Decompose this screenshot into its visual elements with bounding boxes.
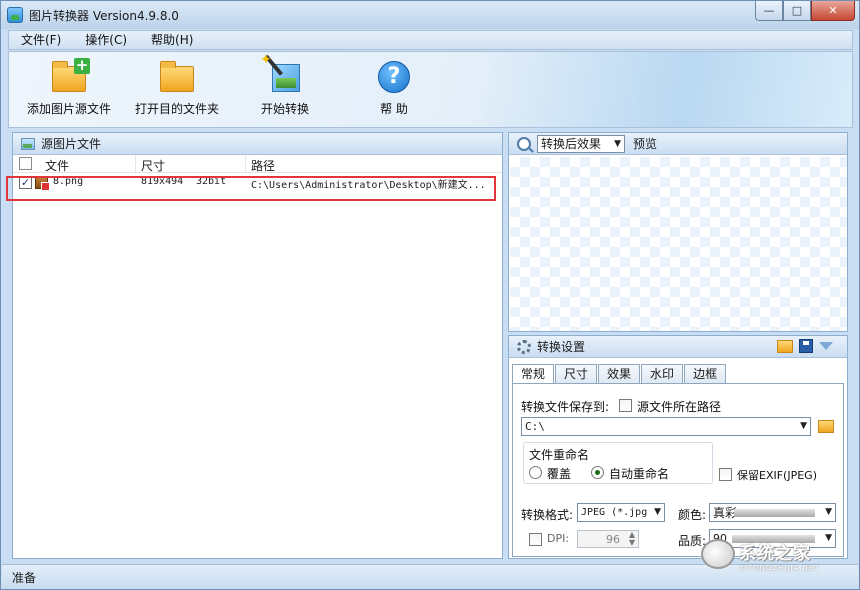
color-label: 颜色: [678, 508, 707, 522]
toolbar: + 添加图片源文件 打开目的文件夹 ✦ 开始转换 ? 帮 助 [8, 51, 853, 128]
source-panel-header: 源图片文件 [13, 133, 502, 155]
tab-watermark[interactable]: 水印 [641, 364, 684, 383]
zoom-icon[interactable] [517, 136, 531, 151]
source-panel-title: 源图片文件 [41, 137, 102, 151]
chevron-down-icon: ▼ [614, 138, 621, 149]
gear-icon [517, 339, 531, 354]
browse-folder-icon[interactable] [818, 420, 834, 433]
format-select[interactable]: JPEG (*.jpg ▼ [577, 503, 665, 522]
watermark-subtext: XITONGZHIJIA.NET [739, 564, 820, 572]
settings-actions [777, 339, 833, 353]
window-controls: — □ ✕ [755, 1, 855, 21]
start-convert-button[interactable]: ✦ 开始转换 [260, 52, 310, 117]
magic-wand-icon: ✦ [260, 52, 304, 94]
rename-group-label: 文件重命名 [529, 448, 590, 462]
tab-effect[interactable]: 效果 [598, 364, 641, 383]
add-source-button[interactable]: + 添加图片源文件 [27, 58, 112, 117]
chevron-down-icon: ▼ [800, 421, 807, 431]
folder-icon[interactable] [777, 339, 793, 353]
format-value: JPEG (*.jpg [581, 507, 648, 518]
dpi-checkbox[interactable] [529, 533, 542, 546]
chevron-down-icon: ▼ [654, 507, 661, 517]
column-size[interactable]: 尺寸 [141, 157, 165, 174]
add-source-label: 添加图片源文件 [27, 102, 112, 116]
column-file[interactable]: 文件 [45, 157, 69, 174]
menu-bar: 文件(F) 操作(C) 帮助(H) [8, 30, 853, 50]
title-bar[interactable]: 图片转换器 Version4.9.8.0 — □ ✕ [1, 1, 859, 29]
close-button[interactable]: ✕ [811, 1, 855, 21]
minimize-button[interactable]: — [755, 1, 783, 21]
status-text: 准备 [12, 571, 37, 585]
tab-size[interactable]: 尺寸 [555, 364, 598, 383]
watermark-text: 系统之家 [739, 544, 811, 564]
color-select[interactable]: 真彩 ▼ [709, 503, 836, 522]
preview-panel: 转换后效果 ▼ 预览 [508, 132, 848, 332]
open-dest-button[interactable]: 打开目的文件夹 [135, 60, 219, 117]
select-all-checkbox[interactable] [19, 157, 32, 170]
help-button[interactable]: ? 帮 助 [375, 60, 413, 117]
spinner-arrows-icon: ▲ ▼ [628, 530, 635, 547]
save-path-value: C:\ [525, 420, 545, 433]
image-icon [21, 137, 35, 150]
watermark-logo-icon [701, 539, 735, 569]
auto-rename-label: 自动重命名 [609, 467, 670, 481]
overwrite-label: 覆盖 [547, 467, 572, 481]
column-path[interactable]: 路径 [251, 157, 275, 174]
format-label: 转换格式: [521, 508, 574, 522]
help-label: 帮 助 [380, 102, 408, 116]
preview-canvas[interactable] [510, 157, 847, 331]
app-icon [7, 7, 23, 23]
source-path-label: 源文件所在路径 [637, 400, 722, 414]
dpi-spinner[interactable]: 96 ▲ ▼ [577, 530, 639, 548]
settings-tabs: 常规 尺寸 效果 水印 边框 [512, 364, 727, 384]
tab-border[interactable]: 边框 [684, 364, 727, 383]
open-folder-icon [158, 60, 196, 94]
preview-label: 预览 [633, 137, 658, 151]
chevron-down-icon: ▼ [825, 507, 832, 517]
save-icon[interactable] [799, 339, 813, 353]
preview-mode-value: 转换后效果 [541, 137, 602, 151]
save-to-label: 转换文件保存到: [521, 400, 610, 414]
menu-operate[interactable]: 操作(C) [73, 31, 139, 49]
selection-highlight [6, 176, 496, 201]
convert-settings-panel: 转换设置 常规 尺寸 效果 水印 边框 转换文件保存到: 源文件所在路径 C:\… [508, 335, 848, 559]
overwrite-radio[interactable] [529, 466, 542, 479]
preview-mode-select[interactable]: 转换后效果 ▼ [537, 134, 625, 153]
save-path-select[interactable]: C:\ ▼ [521, 417, 811, 436]
menu-help[interactable]: 帮助(H) [139, 31, 205, 49]
start-convert-label: 开始转换 [261, 102, 310, 116]
settings-title: 转换设置 [537, 340, 586, 354]
help-icon: ? [375, 60, 413, 94]
site-watermark: 系统之家 XITONGZHIJIA.NET [701, 531, 851, 581]
app-window: 图片转换器 Version4.9.8.0 — □ ✕ 文件(F) 操作(C) 帮… [0, 0, 860, 590]
menu-file[interactable]: 文件(F) [9, 31, 73, 49]
keep-exif-label: 保留EXIF(JPEG) [737, 469, 817, 482]
file-list-header: 文件 尺寸 路径 [13, 155, 502, 173]
auto-rename-radio[interactable] [591, 466, 604, 479]
dpi-label: DPI: [547, 532, 570, 545]
source-path-checkbox[interactable] [619, 399, 632, 412]
collapse-icon[interactable] [819, 342, 833, 350]
tab-general[interactable]: 常规 [512, 364, 555, 384]
maximize-button[interactable]: □ [783, 1, 811, 21]
window-title: 图片转换器 Version4.9.8.0 [29, 9, 179, 23]
keep-exif-checkbox[interactable] [719, 468, 732, 481]
add-folder-icon: + [50, 58, 90, 94]
settings-header: 转换设置 [509, 336, 847, 358]
dpi-value: 96 [606, 533, 620, 546]
preview-header: 转换后效果 ▼ 预览 [509, 133, 847, 155]
open-dest-label: 打开目的文件夹 [135, 102, 220, 116]
